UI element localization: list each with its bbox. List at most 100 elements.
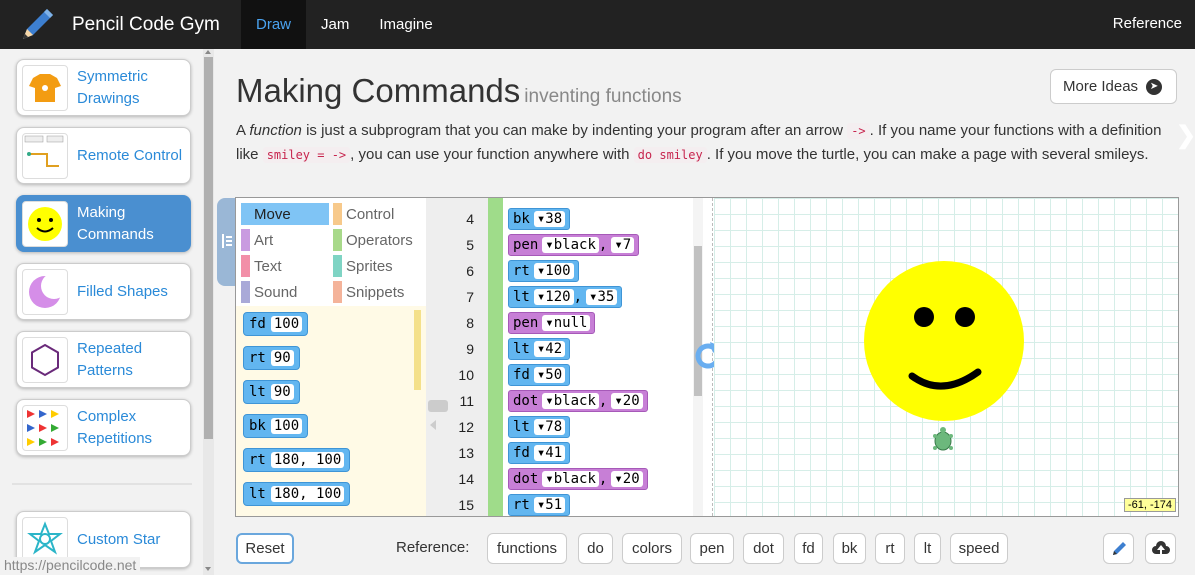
pencil-icon — [1112, 541, 1126, 555]
block-arg: 180, 100 — [270, 486, 345, 502]
category-text[interactable]: Text — [241, 255, 282, 277]
block-arg[interactable]: ▾120 — [533, 289, 574, 305]
dropdown-caret-icon[interactable]: ▾ — [545, 315, 553, 331]
block-arg[interactable]: ▾20 — [611, 471, 643, 487]
palette-block-fd[interactable]: fd 100 — [243, 312, 309, 336]
tab-imagine[interactable]: Imagine — [364, 0, 447, 49]
block-arg[interactable]: ▾black — [542, 393, 599, 409]
dropdown-caret-icon[interactable]: ▾ — [545, 393, 553, 409]
block-arg-value: 50 — [545, 367, 563, 383]
block-arg[interactable]: ▾null — [542, 315, 591, 331]
block-arg[interactable]: ▾20 — [611, 393, 643, 409]
ref-dot-button[interactable]: dot — [743, 533, 784, 564]
block-cmd: pen — [513, 237, 539, 253]
line-number: 10 — [458, 367, 474, 383]
code-block-lt[interactable]: lt ▾42 — [508, 338, 571, 360]
palette-block-lt-arc[interactable]: lt 180, 100 — [243, 482, 351, 506]
block-arg[interactable]: ▾38 — [533, 211, 566, 227]
dropdown-caret-icon[interactable]: ▾ — [614, 237, 622, 253]
more-ideas-button[interactable]: More Ideas ➤ — [1050, 69, 1177, 104]
ref-functions-button[interactable]: functions — [487, 533, 567, 564]
block-arg-value: null — [553, 315, 588, 331]
reset-button[interactable]: Reset — [236, 533, 294, 564]
code-block-lt[interactable]: lt ▾120, ▾35 — [508, 286, 623, 308]
block-arg[interactable]: ▾42 — [533, 341, 566, 357]
sidebar-item-repeated-patterns[interactable]: Repeated Patterns — [16, 331, 191, 388]
ref-fd-button[interactable]: fd — [794, 533, 823, 564]
palette-block-bk[interactable]: bk 100 — [243, 414, 309, 438]
sidebar-item-making-commands[interactable]: Making Commands — [16, 195, 191, 252]
ref-lt-button[interactable]: lt — [914, 533, 941, 564]
next-chevron-icon[interactable]: ❯ — [1176, 121, 1195, 150]
dropdown-caret-icon[interactable]: ▾ — [614, 471, 622, 487]
category-operators[interactable]: Operators — [333, 229, 413, 251]
code-block-dot[interactable]: dot ▾black, ▾20 — [508, 468, 648, 490]
block-arg[interactable]: ▾51 — [533, 497, 566, 513]
brand-title[interactable]: Pencil Code Gym — [72, 14, 241, 36]
code-block-pen[interactable]: pen ▾black, ▾7 — [508, 234, 640, 256]
dropdown-caret-icon[interactable]: ▾ — [545, 471, 553, 487]
palette-toggle[interactable] — [217, 198, 235, 286]
category-move[interactable]: Move — [241, 203, 329, 225]
palette-block-rt-arc[interactable]: rt 180, 100 — [243, 448, 351, 472]
block-arg[interactable]: ▾78 — [533, 419, 566, 435]
block-indent-bar — [488, 198, 503, 516]
block-arg[interactable]: ▾41 — [533, 445, 566, 461]
category-sound[interactable]: Sound — [241, 281, 297, 303]
palette-block-rt[interactable]: rt 90 — [243, 346, 300, 370]
block-arg[interactable]: ▾35 — [586, 289, 618, 305]
block-arg: 90 — [270, 384, 294, 400]
block-cmd: rt — [513, 263, 530, 279]
block-arg[interactable]: ▾7 — [611, 237, 635, 253]
dropdown-caret-icon[interactable]: ▾ — [545, 237, 553, 253]
line-number: 4 — [466, 211, 474, 227]
page-subtitle: inventing functions — [524, 86, 682, 107]
share-upload-button[interactable] — [1145, 533, 1176, 564]
code-block-dot[interactable]: dot ▾black, ▾20 — [508, 390, 648, 412]
ref-rt-button[interactable]: rt — [875, 533, 905, 564]
palette-block-lt[interactable]: lt 90 — [243, 380, 300, 404]
category-art[interactable]: Art — [241, 229, 273, 251]
ref-pen-button[interactable]: pen — [690, 533, 734, 564]
code-block-pen[interactable]: pen ▾null — [508, 312, 596, 334]
scroll-down-icon[interactable] — [205, 567, 211, 571]
ref-bk-button[interactable]: bk — [833, 533, 866, 564]
block-arg[interactable]: ▾100 — [533, 263, 574, 279]
sidebar-scroll-thumb[interactable] — [204, 57, 213, 439]
block-arg[interactable]: ▾50 — [533, 367, 566, 383]
code-block-fd[interactable]: fd ▾41 — [508, 442, 571, 464]
reference-label: Reference: — [396, 539, 470, 556]
code-block-rt[interactable]: rt ▾51 — [508, 494, 571, 516]
ref-speed-button[interactable]: speed — [950, 533, 1008, 564]
category-control[interactable]: Control — [333, 203, 394, 225]
line-number: 14 — [458, 471, 474, 487]
sidebar-item-remote-control[interactable]: Remote Control — [16, 127, 191, 184]
pencil-logo-icon[interactable] — [14, 0, 60, 49]
ref-do-button[interactable]: do — [578, 533, 613, 564]
reference-link[interactable]: Reference — [1113, 15, 1182, 32]
ref-colors-button[interactable]: colors — [622, 533, 682, 564]
line-number: 11 — [459, 393, 474, 409]
smiley-face — [864, 261, 1024, 421]
block-cmd: dot — [513, 471, 539, 487]
code-block-bk[interactable]: bk ▾38 — [508, 208, 571, 230]
edit-pencil-button[interactable] — [1103, 533, 1134, 564]
tab-draw[interactable]: Draw — [241, 0, 307, 49]
tab-jam[interactable]: Jam — [306, 0, 364, 49]
block-cmd: rt — [513, 497, 530, 513]
turtle-canvas[interactable] — [714, 198, 1178, 516]
block-arg-value: 78 — [545, 419, 563, 435]
block-arg[interactable]: ▾black — [542, 237, 599, 253]
category-snippets[interactable]: Snippets — [333, 281, 404, 303]
scroll-up-icon[interactable] — [205, 50, 211, 54]
block-arg[interactable]: ▾black — [542, 471, 599, 487]
sidebar-item-complex-repetitions[interactable]: Complex Repetitions — [16, 399, 191, 456]
code-block-rt[interactable]: rt ▾100 — [508, 260, 579, 282]
sidebar-item-symmetric-drawings[interactable]: Symmetric Drawings — [16, 59, 191, 116]
code-block-lt[interactable]: lt ▾78 — [508, 416, 571, 438]
category-sprites[interactable]: Sprites — [333, 255, 393, 277]
dropdown-caret-icon[interactable]: ▾ — [614, 393, 622, 409]
code-block-fd[interactable]: fd ▾50 — [508, 364, 571, 386]
sidebar-item-filled-shapes[interactable]: Filled Shapes — [16, 263, 191, 320]
sidebar-scrollbar[interactable] — [203, 49, 214, 575]
